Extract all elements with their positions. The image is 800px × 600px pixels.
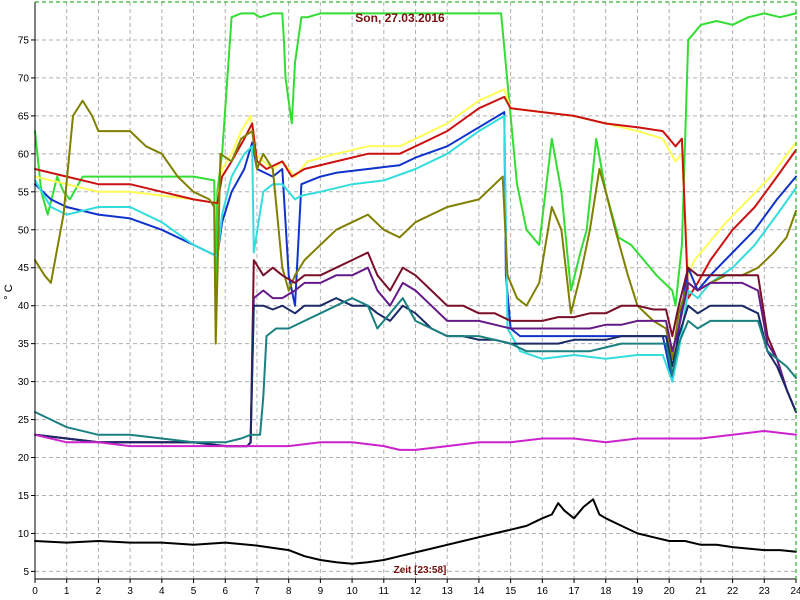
x-tick-label-1: 1 — [64, 586, 70, 597]
x-tick-label-2: 2 — [96, 586, 102, 597]
y-tick-label-20: 20 — [18, 453, 30, 464]
y-tick-label-55: 55 — [18, 187, 30, 198]
x-tick-label-3: 3 — [127, 586, 133, 597]
x-tick-label-17: 17 — [568, 586, 580, 597]
x-tick-label-8: 8 — [286, 586, 292, 597]
y-tick-label-45: 45 — [18, 263, 30, 274]
y-tick-label-25: 25 — [18, 415, 30, 426]
x-tick-label-0: 0 — [32, 586, 38, 597]
chart-title: Son, 27.03.2016 — [355, 11, 445, 25]
y-tick-label-75: 75 — [18, 35, 30, 46]
y-tick-label-70: 70 — [18, 73, 30, 84]
x-tick-label-13: 13 — [442, 586, 454, 597]
x-tick-label-4: 4 — [159, 586, 165, 597]
series-line-10 — [34, 297, 797, 444]
x-tick-label-22: 22 — [727, 586, 739, 597]
chart-root: 0 1 2 3 4 5 6 7 8 9 10 11 12 13 14 15 16 17 18 19 20 21 22 23 24… — [0, 0, 800, 600]
series-line-11 — [34, 430, 797, 451]
y-tick-label-50: 50 — [18, 225, 30, 236]
y-tick-label-40: 40 — [18, 301, 30, 312]
y-tick-label-35: 35 — [18, 339, 30, 350]
tick-layer: 0 1 2 3 4 5 6 7 8 9 10 11 12 13 14 15 16 17 18 19 20 21 22 23 24… — [18, 35, 800, 597]
x-tick-label-15: 15 — [505, 586, 517, 597]
x-tick-label-5: 5 — [191, 586, 197, 597]
y-tick-label-10: 10 — [18, 529, 30, 540]
x-tick-label-11: 11 — [379, 586, 390, 597]
y-tick-label-5: 5 — [23, 567, 29, 578]
x-tick-label-19: 19 — [632, 586, 644, 597]
x-tick-label-16: 16 — [537, 586, 549, 597]
y-tick-label-65: 65 — [18, 111, 30, 122]
current-time-label: Zeit [23:58] — [394, 565, 447, 576]
x-tick-label-23: 23 — [759, 586, 771, 597]
x-tick-label-18: 18 — [600, 586, 612, 597]
x-tick-label-14: 14 — [473, 586, 485, 597]
x-tick-label-12: 12 — [410, 586, 422, 597]
x-tick-label-24: 24 — [790, 586, 800, 597]
temperature-chart: 0 1 2 3 4 5 6 7 8 9 10 11 12 13 14 15 16 17 18 19 20 21 22 23 24… — [3, 1, 800, 597]
y-tick-label-60: 60 — [18, 149, 30, 160]
y-tick-label-30: 30 — [18, 377, 30, 388]
y-axis-title: ° C — [3, 284, 15, 299]
x-tick-label-6: 6 — [222, 586, 228, 597]
x-tick-label-10: 10 — [347, 586, 359, 597]
x-tick-label-21: 21 — [695, 586, 707, 597]
y-tick-label-15: 15 — [18, 491, 30, 502]
x-tick-label-9: 9 — [318, 586, 324, 597]
x-tick-label-20: 20 — [664, 586, 676, 597]
x-tick-label-7: 7 — [254, 586, 260, 597]
